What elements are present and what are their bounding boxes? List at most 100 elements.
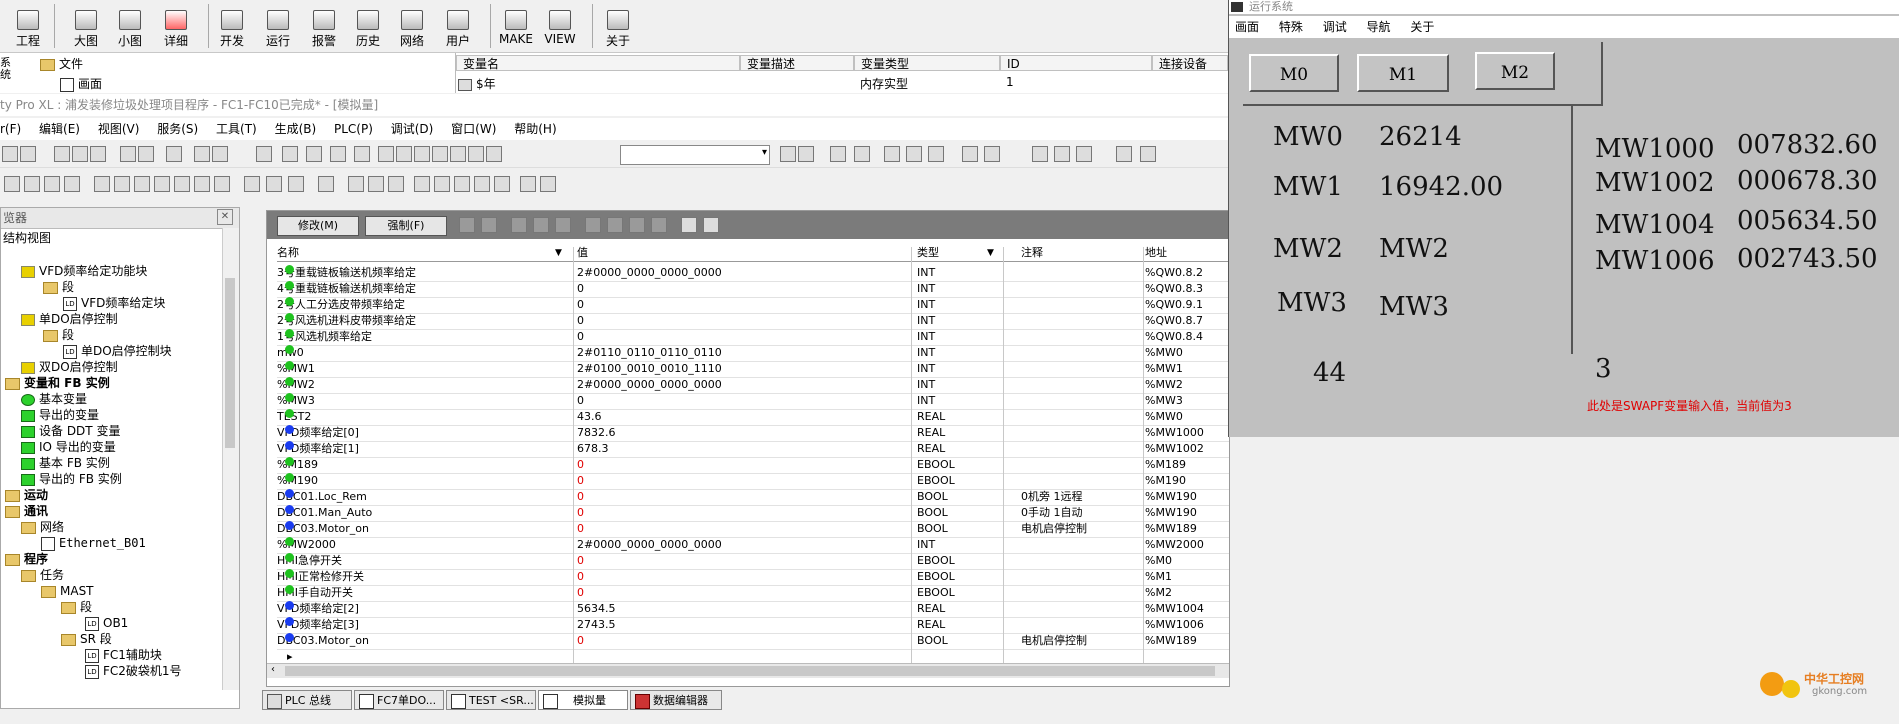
cell-comment[interactable]: 电机启停控制 [1021,521,1161,537]
cell-address[interactable]: %M1 [1145,569,1235,585]
plc-screen-icon[interactable] [256,146,272,162]
cell-value[interactable]: 0 [577,457,905,473]
grid-hscrollbar[interactable]: ‹ [267,663,1229,678]
table-row[interactable]: DBC03.Motor_on 0 BOOL 电机启停控制 %MW189 [277,633,1229,650]
tree-item-mast[interactable]: MAST [41,583,94,599]
col-address-header[interactable]: 地址 [1145,245,1235,261]
tree-item-section[interactable]: 段 [43,327,74,343]
cell-name[interactable]: %M189 [277,457,567,473]
cell-name[interactable]: HMI手自动开关 [277,585,567,601]
m1-button[interactable]: M1 [1357,54,1449,92]
cell-address[interactable]: %MW190 [1145,505,1235,521]
tree-item-vfd-fb[interactable]: VFD频率给定功能块 [21,263,147,279]
cell-type[interactable]: INT [917,393,1007,409]
transfer-to-plc-icon[interactable] [830,146,846,162]
modify-button[interactable]: 修改(M) [277,216,359,236]
cell-address[interactable]: %M189 [1145,457,1235,473]
cell-value[interactable]: 2#0000_0000_0000_0000 [577,537,905,553]
table-row[interactable]: TEST2 43.6 REAL %MW0 [277,409,1229,426]
cell-value[interactable]: 2#0000_0000_0000_0000 [577,377,905,393]
cell-type[interactable]: REAL [917,441,1007,457]
disconnect-icon[interactable] [798,146,814,162]
tree-item-ethernet[interactable]: Ethernet_B01 [41,535,146,551]
cell-value[interactable]: 7832.6 [577,425,905,441]
cell-address[interactable]: %M0 [1145,553,1235,569]
window-icon-4[interactable] [378,146,394,162]
network-button[interactable]: 网络 [390,2,434,50]
debug-icon-2[interactable] [984,146,1000,162]
sim-icon[interactable] [854,146,870,162]
contact-nc-icon[interactable] [24,176,40,192]
menu-plc[interactable]: PLC(P) [334,122,373,136]
tree-item-sr-section[interactable]: SR 段 [61,631,112,647]
rt-menu-about[interactable]: 关于 [1410,20,1434,34]
cell-value[interactable]: 0 [577,521,905,537]
tree-scroll-thumb[interactable] [225,278,235,448]
tree-item-motion[interactable]: 运动 [5,487,48,503]
copy-icon[interactable] [54,146,70,162]
swapf-value[interactable]: 3 [1595,354,1612,384]
col-comment-header[interactable]: 注释 [1021,245,1161,261]
cell-type[interactable]: BOOL [917,521,1007,537]
cell-type[interactable]: INT [917,329,1007,345]
rt-menu-screen[interactable]: 画面 [1235,20,1259,34]
context-help-icon[interactable] [1140,146,1156,162]
table-row[interactable]: VFD频率给定[1] 678.3 REAL %MW1002 [277,441,1229,458]
contact-icon[interactable] [4,176,20,192]
rt-menu-special[interactable]: 特殊 [1279,20,1303,34]
stop-plc-icon[interactable] [906,146,922,162]
cell-address[interactable]: %QW0.8.7 [1145,313,1235,329]
cell-type[interactable]: INT [917,537,1007,553]
cell-name[interactable]: %MW2 [277,377,567,393]
cell-address[interactable]: %M2 [1145,585,1235,601]
cell-value[interactable]: 0 [577,313,905,329]
paste-icon[interactable] [90,146,106,162]
cell-value[interactable]: 0 [577,329,905,345]
menu-window[interactable]: 窗口(W) [451,122,496,136]
tree-item-single-do-block[interactable]: LD 单DO启停控制块 [63,343,172,359]
run-button[interactable]: 运行 [256,2,300,50]
cell-name[interactable]: DBC03.Motor_on [277,521,567,537]
make-button[interactable]: MAKE [494,2,538,50]
cell-comment[interactable]: 电机启停控制 [1021,633,1161,649]
menu-tools[interactable]: 工具(T) [216,122,257,136]
table-row[interactable]: %MW2000 2#0000_0000_0000_0000 INT %MW2000 [277,537,1229,554]
ffb-icon[interactable] [454,176,470,192]
cell-address[interactable]: %MW189 [1145,633,1235,649]
cell-type[interactable]: EBOOL [917,457,1007,473]
search-combo[interactable]: ▾ [620,145,770,165]
table-row[interactable]: DBC01.Man_Auto 0 BOOL 0手动 1自动 %MW190 [277,505,1229,522]
table-row[interactable]: 2号人工分选皮带频率给定 0 INT %QW0.9.1 [277,297,1229,314]
window-icon-6[interactable] [414,146,430,162]
save-icon[interactable] [2,146,18,162]
coil-nc-icon[interactable] [114,176,130,192]
menu-view[interactable]: 视图(V) [98,122,140,136]
table-row[interactable]: 2号风选机进料皮带频率给定 0 INT %QW0.8.7 [277,313,1229,330]
binoculars-icon[interactable] [486,146,502,162]
cell-value[interactable]: 43.6 [577,409,905,425]
variables-icon[interactable] [540,176,556,192]
build-icon[interactable] [194,146,210,162]
cell-value[interactable]: 0 [577,553,905,569]
contact-n-icon[interactable] [64,176,80,192]
debug-icon[interactable] [962,146,978,162]
m2-button[interactable]: M2 [1475,52,1555,90]
cell-name[interactable]: VFD频率给定[0] [277,425,567,441]
tab-test[interactable]: TEST <SR... [446,690,536,710]
cell-comment[interactable]: 0机旁 1远程 [1021,489,1161,505]
tab-data-editor[interactable]: 数据编辑器 [630,690,722,710]
project-button[interactable]: 工程 [6,2,50,50]
multi-2-icon[interactable] [607,217,623,233]
close-icon[interactable]: ✕ [217,209,233,225]
label-icon[interactable] [368,176,384,192]
cell-value[interactable]: 0 [577,489,905,505]
cell-name[interactable]: %M190 [277,473,567,489]
tree-item-single-do[interactable]: 单DO启停控制 [21,311,118,327]
develop-button[interactable]: 开发 [210,2,254,50]
mw2-value[interactable]: MW2 [1379,234,1449,264]
cell-type[interactable]: REAL [917,617,1007,633]
cell-address[interactable]: %MW1004 [1145,601,1235,617]
tree-item-comm[interactable]: 通讯 [5,503,48,519]
hscroll-thumb[interactable] [285,666,1215,676]
menu-edit[interactable]: 编辑(E) [39,122,80,136]
